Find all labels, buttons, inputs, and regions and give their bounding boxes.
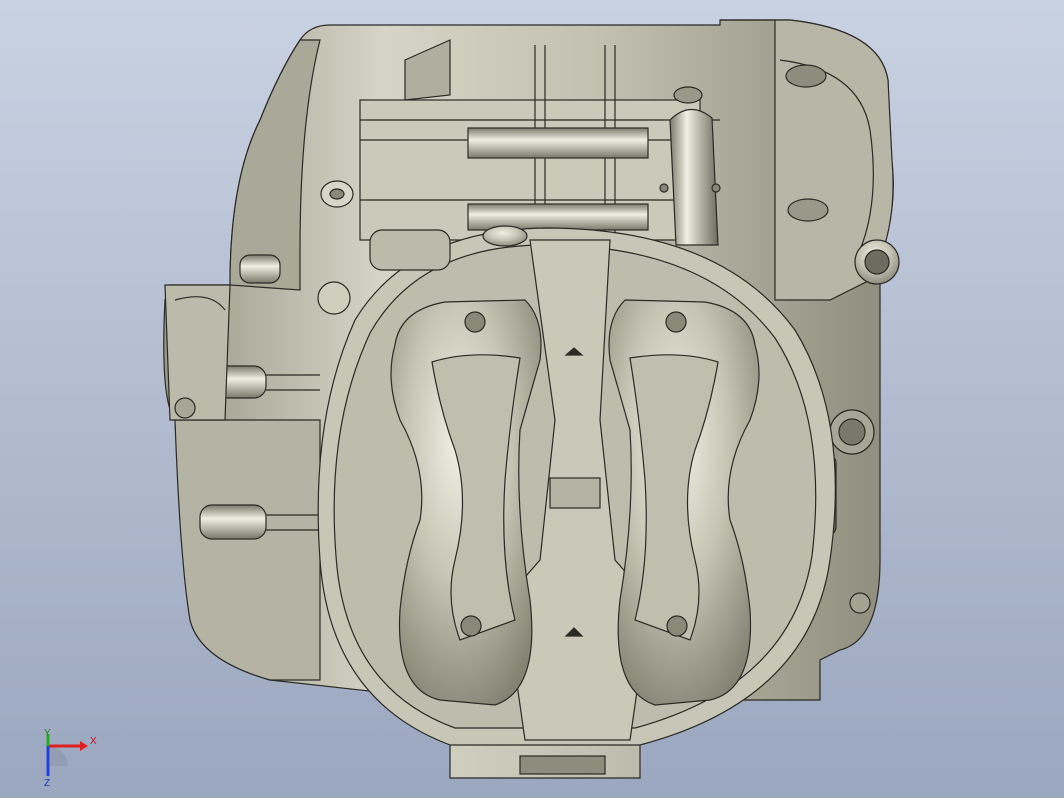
z-axis-label: Z: [44, 778, 50, 788]
graphics-viewport[interactable]: X Y Z: [0, 0, 1064, 798]
x-axis-arrowhead: [80, 741, 88, 751]
x-axis-label: X: [90, 736, 97, 747]
triad-shadow-arc: [48, 746, 68, 766]
y-axis-label: Y: [44, 728, 51, 739]
coordinate-triad: X Y Z: [44, 728, 97, 788]
cylinder-head-face: [317, 225, 836, 746]
engine-block-model[interactable]: [0, 0, 1064, 798]
